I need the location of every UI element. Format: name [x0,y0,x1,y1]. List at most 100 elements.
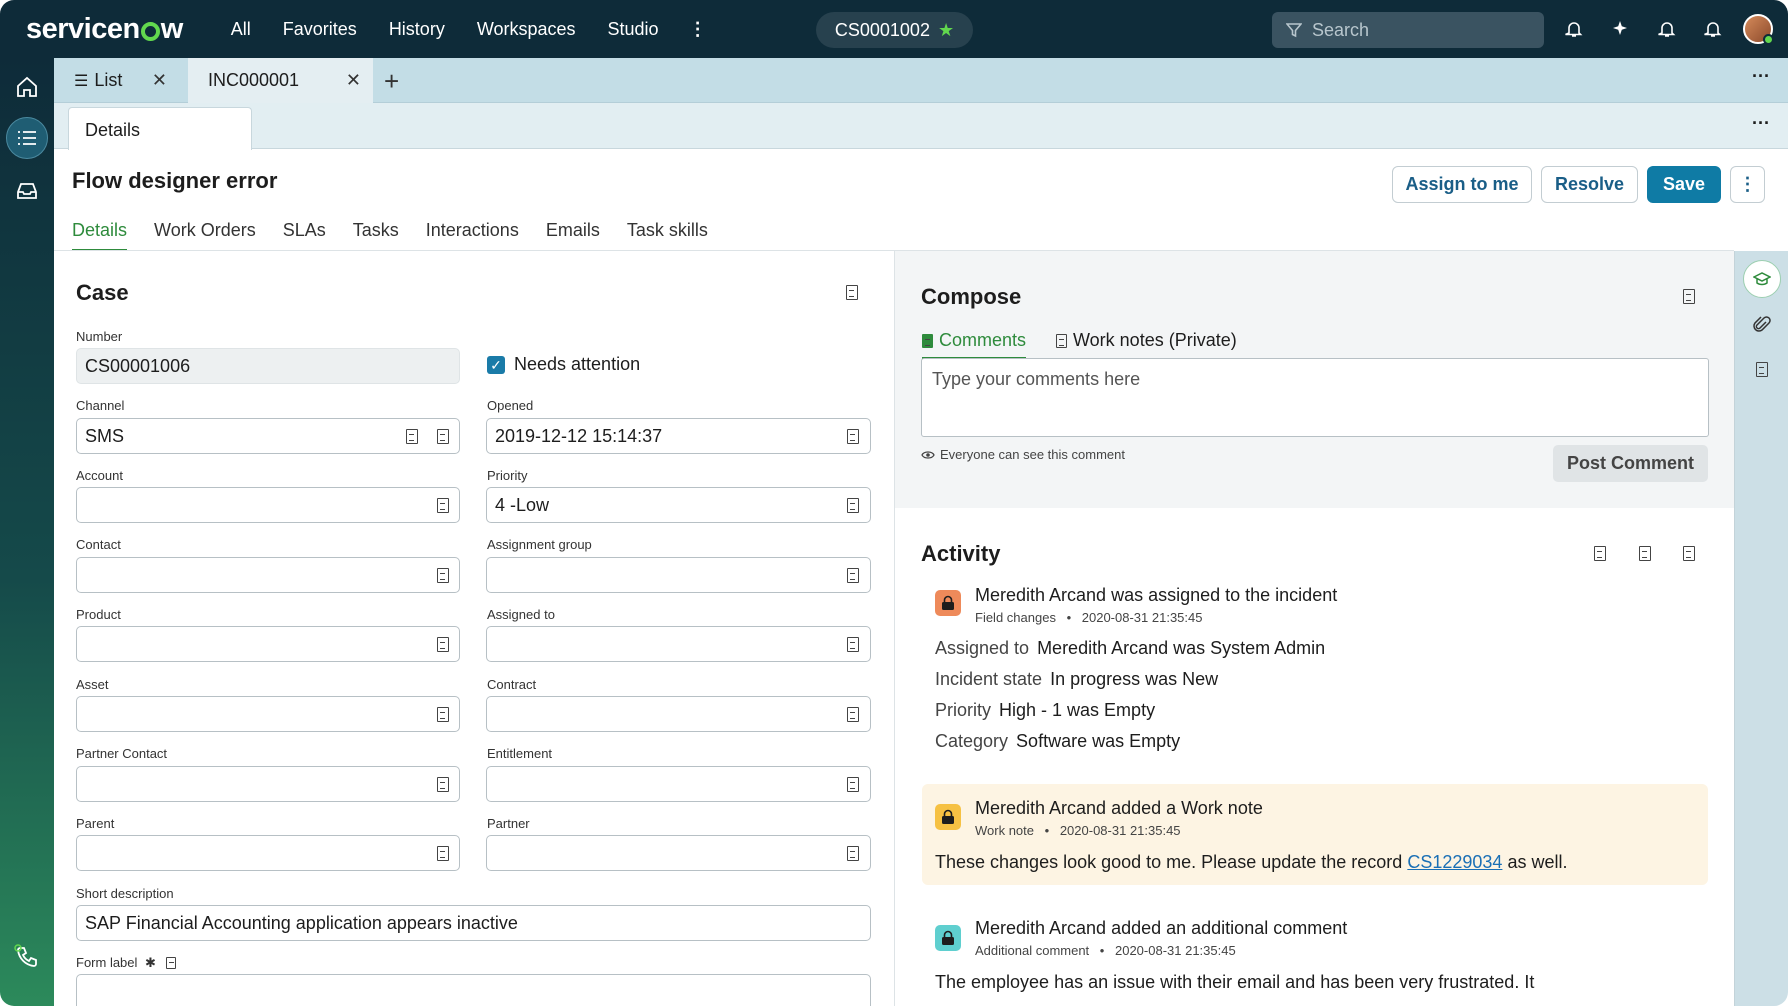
more-options-icon[interactable]: ··· [1752,66,1770,87]
add-tab-icon[interactable]: + [384,66,399,97]
assigned-to-field[interactable] [486,626,871,662]
bell-icon[interactable] [1563,18,1585,40]
paperclip-icon[interactable] [1748,311,1776,339]
star-icon[interactable]: ★ [938,20,954,41]
user-avatar[interactable] [1743,14,1774,45]
online-status-dot [1763,34,1774,45]
inbox-icon[interactable] [12,176,42,206]
tab-list[interactable]: ☰ List ✕ [54,58,179,103]
visibility-note-text: Everyone can see this comment [940,447,1125,462]
record-pill-label: CS0001002 [834,19,930,40]
graduation-cap-icon[interactable] [1743,260,1781,298]
home-icon[interactable] [12,72,42,102]
asset-field[interactable] [76,696,460,732]
comment-text: The employee has an issue with their ema… [935,972,1535,992]
notification-bell-icon[interactable] [1656,18,1678,40]
document-icon[interactable] [1683,289,1695,304]
document-icon[interactable] [847,846,859,861]
document-icon[interactable] [1748,355,1776,383]
document-icon[interactable] [847,429,859,444]
left-rail [0,58,54,1006]
document-icon[interactable] [437,568,449,583]
tab-details[interactable]: Details [68,107,252,150]
document-icon[interactable] [847,707,859,722]
opened-field[interactable]: 2019-12-12 15:14:37 [486,418,871,454]
tab-work-orders[interactable]: Work Orders [154,220,256,252]
nav-history[interactable]: History [373,0,461,58]
sort-doc-icon[interactable] [1639,546,1651,561]
more-options-icon[interactable]: ··· [1752,113,1770,134]
document-icon[interactable] [437,498,449,513]
assign-to-me-button[interactable]: Assign to me [1392,166,1532,203]
nav-workspaces[interactable]: Workspaces [461,0,592,58]
nav-all[interactable]: All [215,0,267,58]
tab-comments[interactable]: Comments [922,330,1027,360]
close-icon[interactable]: ✕ [346,70,361,91]
needs-attention-checkbox[interactable]: ✓ [487,356,505,374]
priority-field[interactable]: 4 -Low [486,487,871,523]
channel-field[interactable]: SMS [76,418,460,454]
tab-details[interactable]: Details [72,220,128,252]
phone-icon[interactable] [12,942,42,972]
record-pill[interactable]: CS0001002 ★ [816,12,973,48]
record-link[interactable]: CS1229034 [1407,852,1502,872]
app-window: servicen w All Favorites History Workspac… [0,0,1788,1006]
document-icon[interactable] [1683,546,1695,561]
product-field[interactable] [76,626,460,662]
partner-field[interactable] [486,835,871,871]
document-icon[interactable] [165,957,176,969]
tab-emails[interactable]: Emails [546,220,600,252]
tab-inc000001[interactable]: INC000001 ✕ [188,58,373,103]
parent-field[interactable] [76,835,460,871]
search-input[interactable]: Search [1272,12,1544,48]
compose-title: Compose [921,284,1022,309]
servicenow-logo[interactable]: servicen w [26,13,183,46]
partner-contact-field[interactable] [76,766,460,802]
close-icon[interactable]: ✕ [152,70,167,91]
tab-work-notes[interactable]: Work notes (Private) [1056,330,1237,351]
work-note-text: These changes look good to me. Please up… [935,852,1567,873]
short-description-field[interactable]: SAP Financial Accounting application app… [76,905,871,941]
nav-favorites[interactable]: Favorites [267,0,373,58]
document-icon[interactable] [847,498,859,513]
sparkle-icon[interactable] [1609,18,1631,40]
nav-studio[interactable]: Studio [592,0,675,58]
contact-field[interactable] [76,557,460,593]
document-icon[interactable] [437,637,449,652]
partner-contact-label: Partner Contact [76,746,168,761]
document-icon[interactable] [406,429,418,444]
tab-list-label: List [94,70,123,90]
number-field[interactable]: CS00001006 [76,348,460,384]
tab-task-skills[interactable]: Task skills [627,220,708,252]
list-icon[interactable] [6,117,48,159]
document-icon[interactable] [437,707,449,722]
document-icon[interactable] [437,846,449,861]
tab-interactions[interactable]: Interactions [426,220,519,252]
document-icon[interactable] [437,429,449,444]
account-field[interactable] [76,487,460,523]
assignment-group-field[interactable] [486,557,871,593]
contract-field[interactable] [486,696,871,732]
separator-dot: • [1099,943,1105,958]
more-actions-icon[interactable]: ⋮ [1730,166,1765,203]
document-icon[interactable] [846,285,858,300]
separator-dot: • [1066,610,1072,625]
comment-textarea[interactable]: Type your comments here [921,358,1709,437]
document-icon[interactable] [847,568,859,583]
tab-tasks[interactable]: Tasks [353,220,399,252]
document-icon[interactable] [847,777,859,792]
form-label-field[interactable] [76,974,871,1006]
document-icon[interactable] [847,637,859,652]
filter-doc-icon[interactable] [1594,546,1606,561]
entitlement-field[interactable] [486,766,871,802]
alert-bell-icon[interactable] [1702,18,1724,40]
more-menu-icon[interactable]: ⋮ [675,0,721,58]
resolve-button[interactable]: Resolve [1541,166,1638,203]
document-icon[interactable] [437,777,449,792]
save-button[interactable]: Save [1647,166,1721,203]
separator-dot: • [1044,823,1050,838]
workspace-tab-strip: ☰ List ✕ INC000001 ✕ + ··· [54,58,1788,103]
priority-value: 4 -Low [495,495,550,515]
post-comment-button[interactable]: Post Comment [1553,445,1708,482]
tab-slas[interactable]: SLAs [283,220,326,252]
